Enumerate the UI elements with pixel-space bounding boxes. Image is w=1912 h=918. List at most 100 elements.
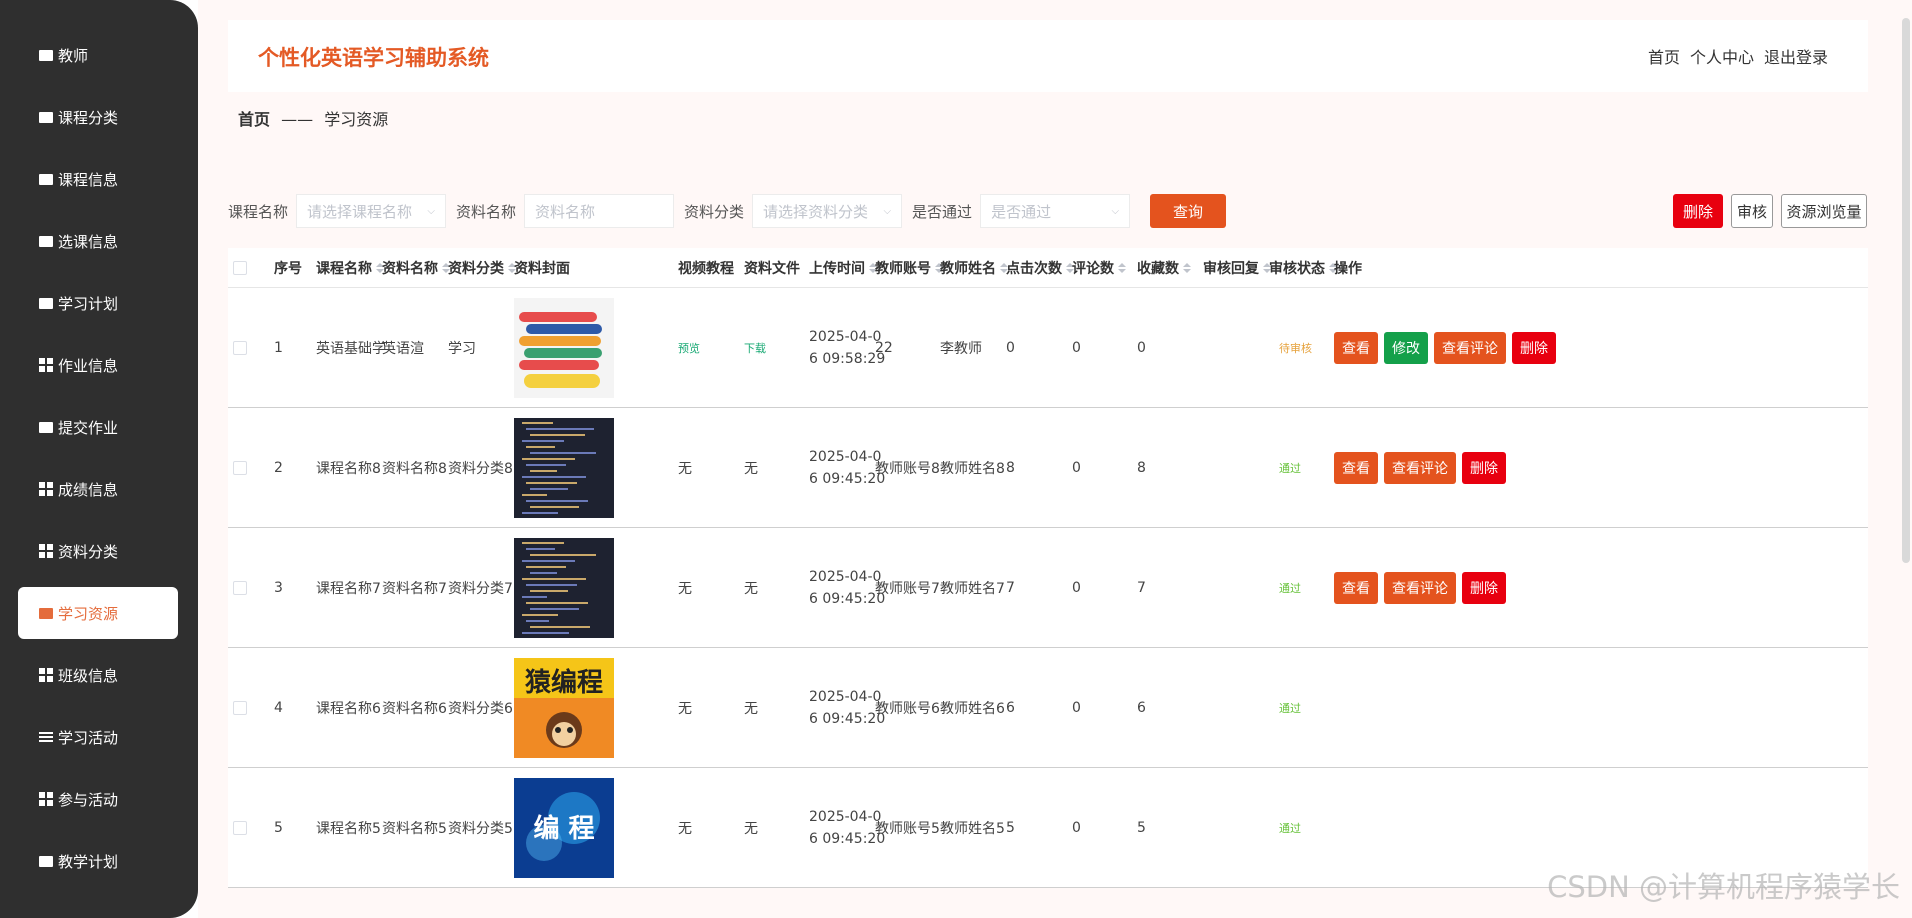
cell-cover[interactable]: 猿编程 — [514, 648, 614, 767]
delete-button[interactable]: 删除 — [1512, 331, 1556, 364]
edit-button[interactable]: 修改 — [1384, 331, 1428, 364]
scrollbar[interactable] — [1902, 18, 1910, 563]
sidebar-item[interactable]: 提交作业 — [18, 401, 178, 453]
header-course[interactable]: 课程名称 — [316, 248, 384, 288]
header-cover: 资料封面 — [514, 248, 570, 288]
header-audit-status[interactable]: 审核状态 — [1269, 248, 1337, 288]
checkbox[interactable] — [233, 460, 247, 475]
views-button[interactable]: 资源浏览量 — [1781, 194, 1867, 228]
sidebar-item[interactable]: 班级信息 — [18, 649, 178, 701]
delete-button[interactable]: 删除 — [1462, 451, 1506, 484]
table-row: 4 课程名称6 资料名称6 资料分类6 无无教师账号6 教师姓名6 6 0 6 2025-04-0… — [228, 648, 1868, 768]
header-favorites[interactable]: 收藏数 — [1137, 248, 1191, 288]
batch-delete-button[interactable]: 删除 — [1673, 194, 1723, 228]
comments-button[interactable]: 查看评论 — [1384, 451, 1456, 484]
checkbox[interactable] — [233, 820, 247, 835]
sidebar-item[interactable]: 选课信息 — [18, 215, 178, 267]
table-actions: 删除 审核 资源浏览量 — [1673, 194, 1867, 228]
view-button[interactable]: 查看 — [1334, 451, 1378, 484]
header-label: 收藏数 — [1137, 261, 1179, 277]
logout-link[interactable]: 退出登录 — [1764, 44, 1828, 68]
header-index: 序号 — [274, 248, 302, 288]
passed-select[interactable]: 是否通过 ⌵ — [980, 194, 1131, 228]
cell-course: 课程名称6 — [316, 700, 381, 717]
header-label: 点击次数 — [1006, 261, 1062, 277]
system-title: 个性化英语学习辅助系统 — [258, 46, 489, 70]
checkbox[interactable] — [233, 580, 247, 595]
profile-link[interactable]: 个人中心 — [1690, 44, 1754, 68]
row-checkbox-cell[interactable] — [233, 648, 247, 767]
select-all-checkbox[interactable] — [233, 248, 247, 288]
audit-button[interactable]: 审核 — [1731, 194, 1773, 228]
sidebar-item-label: 课程分类 — [58, 108, 119, 127]
sidebar-item[interactable]: 学习资源 — [18, 587, 178, 639]
header-name[interactable]: 资料名称 — [382, 248, 450, 288]
sidebar-item[interactable]: 学习活动 — [18, 711, 178, 763]
sort-icon[interactable] — [1118, 263, 1126, 273]
row-checkbox-cell[interactable] — [233, 768, 247, 887]
sidebar-item[interactable]: 成绩信息 — [18, 463, 178, 515]
status-badge: 通过 — [1279, 461, 1301, 475]
cover-image[interactable]: 猿编程 — [514, 657, 614, 758]
header-category[interactable]: 资料分类 — [448, 248, 516, 288]
header-teacher-name[interactable]: 教师姓名 — [940, 248, 1008, 288]
header-comments[interactable]: 评论数 — [1072, 248, 1126, 288]
sidebar-item[interactable]: 课程信息 — [18, 153, 178, 205]
cell-video: 无 — [678, 700, 692, 717]
header-clicks[interactable]: 点击次数 — [1006, 248, 1074, 288]
query-button[interactable]: 查询 — [1150, 194, 1227, 228]
cover-image[interactable] — [514, 297, 614, 398]
sidebar-item-label: 选课信息 — [58, 232, 119, 251]
cover-image[interactable]: 编 程 — [514, 777, 614, 878]
cell-favorites: 0 — [1137, 339, 1146, 356]
sidebar-item[interactable]: 作业信息 — [18, 339, 178, 391]
category-select[interactable]: 请选择资料分类 ⌵ — [752, 194, 903, 228]
cell-cover[interactable]: 编 程 — [514, 768, 614, 887]
cell-cover[interactable] — [514, 408, 614, 527]
comments-button[interactable]: 查看评论 — [1434, 331, 1506, 364]
view-button[interactable]: 查看 — [1334, 331, 1378, 364]
cover-image[interactable] — [514, 537, 614, 638]
checkbox[interactable] — [233, 340, 247, 355]
time-line-1: 2025-04-0 — [809, 328, 882, 345]
cell-cover[interactable] — [514, 288, 614, 407]
cell-index: 3 — [274, 579, 283, 596]
sort-icon[interactable] — [1183, 263, 1191, 273]
breadcrumb-separator: —— — [281, 110, 314, 129]
cell-cover[interactable] — [514, 528, 614, 647]
home-link[interactable]: 首页 — [1648, 44, 1680, 68]
passed-label: 是否通过 — [912, 202, 973, 221]
row-checkbox-cell[interactable] — [233, 288, 247, 407]
time-line-1: 2025-04-0 — [809, 688, 882, 705]
sidebar-item[interactable]: 资料分类 — [18, 525, 178, 577]
cell-file: 无 — [744, 580, 758, 597]
name-input[interactable]: 资料名称 — [524, 194, 675, 228]
sidebar-item[interactable]: 学习计划 — [18, 277, 178, 329]
checkbox[interactable] — [233, 700, 247, 715]
view-button[interactable]: 查看 — [1334, 571, 1378, 604]
cell-clicks: 5 — [1006, 819, 1015, 836]
cell-file[interactable]: 下载 — [744, 288, 766, 407]
comments-button[interactable]: 查看评论 — [1384, 571, 1456, 604]
header-upload-time[interactable]: 上传时间 — [809, 248, 877, 288]
sidebar-item[interactable]: 课程分类 — [18, 91, 178, 143]
cell-index: 4 — [274, 699, 283, 716]
delete-button[interactable]: 删除 — [1462, 571, 1506, 604]
sidebar: 教师课程分类课程信息选课信息学习计划作业信息提交作业成绩信息资料分类学习资源班级… — [0, 0, 198, 918]
cell-upload-time: 2025-04-0 6 09:45:20 — [809, 408, 885, 527]
course-select[interactable]: 请选择课程名称 ⌵ — [296, 194, 447, 228]
sidebar-item[interactable]: 教师 — [18, 29, 178, 81]
cell-clicks: 8 — [1006, 459, 1015, 476]
checkbox[interactable] — [233, 261, 247, 275]
clipboard-icon — [38, 295, 54, 311]
row-checkbox-cell[interactable] — [233, 408, 247, 527]
sidebar-item[interactable]: 参与活动 — [18, 773, 178, 825]
sidebar-item[interactable]: 教学计划 — [18, 835, 178, 887]
row-checkbox-cell[interactable] — [233, 528, 247, 647]
breadcrumb-home[interactable]: 首页 — [238, 110, 270, 129]
cell-video[interactable]: 预览 — [678, 288, 700, 407]
top-links: 首页 个人中心 退出登录 — [1648, 44, 1828, 68]
header-teacher-account[interactable]: 教师账号 — [875, 248, 943, 288]
cover-image[interactable] — [514, 417, 614, 518]
header-audit-reply[interactable]: 审核回复 — [1203, 248, 1271, 288]
